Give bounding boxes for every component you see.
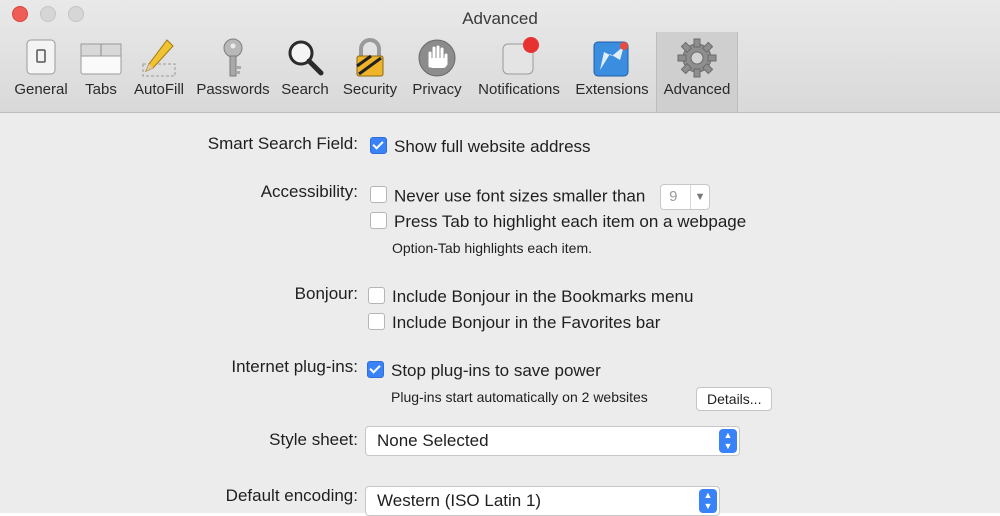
tab-tabs[interactable]: Tabs [76, 32, 126, 112]
option-tab-note: Option-Tab highlights each item. [392, 240, 592, 256]
window-titlebar: Advanced General Tabs AutoFill Passwords… [0, 0, 1000, 113]
autofill-pencil-icon [142, 39, 176, 77]
tab-advanced[interactable]: Advanced [656, 32, 738, 112]
updown-chevron-icon: ▲ ▼ [719, 429, 737, 453]
stop-plugins-option[interactable]: Stop plug-ins to save power [367, 361, 601, 381]
default-encoding-select[interactable]: Western (ISO Latin 1) ▲ ▼ [365, 486, 720, 516]
tab-security[interactable]: Security [338, 32, 402, 112]
bonjour-bookmarks-option[interactable]: Include Bonjour in the Bookmarks menu [368, 287, 693, 307]
stop-plugins-checkbox[interactable] [367, 361, 384, 378]
tab-notifications[interactable]: Notifications [470, 32, 568, 112]
preferences-window: Advanced General Tabs AutoFill Passwords… [0, 0, 1000, 516]
accessibility-label: Accessibility: [260, 182, 358, 201]
internet-plugins-label: Internet plug-ins: [231, 357, 358, 376]
tab-highlight-checkbox[interactable] [370, 212, 387, 229]
tab-search[interactable]: Search [276, 32, 334, 112]
bonjour-label: Bonjour: [294, 284, 358, 303]
tab-privacy[interactable]: Privacy [406, 32, 468, 112]
show-full-address-checkbox[interactable] [370, 137, 387, 154]
tab-extensions[interactable]: Extensions [570, 32, 654, 112]
updown-chevron-icon: ▲ ▼ [699, 489, 717, 513]
default-encoding-label: Default encoding: [225, 486, 358, 505]
chevron-down-icon: ▼ [690, 185, 709, 209]
show-full-address-option[interactable]: Show full website address [370, 137, 591, 157]
window-title: Advanced [462, 9, 538, 28]
min-font-option[interactable]: Never use font sizes smaller than 9 ▼ [370, 184, 711, 210]
hand-icon [418, 39, 456, 77]
min-font-size-select[interactable]: 9 ▼ [660, 184, 711, 210]
tab-highlight-option[interactable]: Press Tab to highlight each item on a we… [370, 212, 746, 232]
style-sheet-select[interactable]: None Selected ▲ ▼ [365, 426, 740, 456]
tab-passwords[interactable]: Passwords [192, 32, 274, 112]
magnifier-icon [288, 40, 324, 76]
details-button[interactable]: Details... [696, 387, 773, 411]
notification-badge-icon [502, 37, 539, 75]
smart-search-label: Smart Search Field: [207, 134, 358, 153]
general-icon [26, 39, 56, 75]
bonjour-bookmarks-checkbox[interactable] [368, 287, 385, 304]
puzzle-icon [593, 41, 629, 77]
tabs-icon [80, 43, 122, 75]
style-sheet-label: Style sheet: [269, 430, 358, 449]
padlock-icon [356, 38, 384, 77]
plugins-note: Plug-ins start automatically on 2 websit… [391, 389, 648, 405]
key-icon [223, 38, 243, 77]
bonjour-favorites-checkbox[interactable] [368, 313, 385, 330]
gear-icon [677, 38, 717, 78]
bonjour-favorites-option[interactable]: Include Bonjour in the Favorites bar [368, 313, 660, 333]
tab-autofill[interactable]: AutoFill [128, 32, 190, 112]
min-font-checkbox[interactable] [370, 186, 387, 204]
tab-general[interactable]: General [6, 32, 76, 112]
